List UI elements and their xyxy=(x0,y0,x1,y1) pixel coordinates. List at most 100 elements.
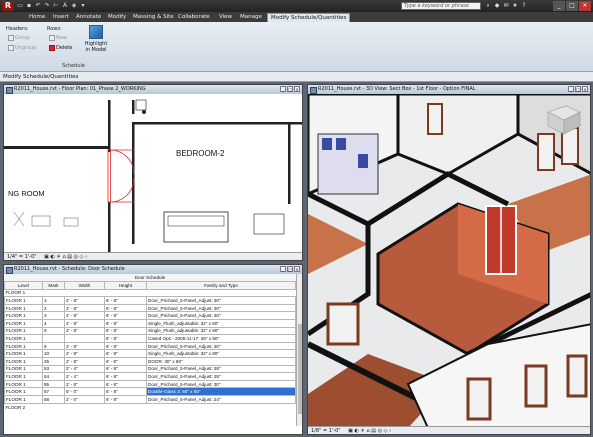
table-cell[interactable]: FLOOR 1 xyxy=(4,349,43,359)
table-cell[interactable]: FLOOR 1 xyxy=(4,326,43,336)
floor-plan-view[interactable]: R2011_House.rvt - Floor Plan: 01_Phase 2… xyxy=(3,84,303,261)
table-cell[interactable]: 4 xyxy=(42,319,65,328)
table-cell[interactable]: 2' - 8" xyxy=(64,379,105,389)
table-cell[interactable] xyxy=(42,334,65,343)
table-cell[interactable]: FLOOR 1 xyxy=(4,296,43,305)
table-cell[interactable]: 5' - 0" xyxy=(64,387,105,396)
scrollbar-thumb[interactable] xyxy=(298,324,302,414)
table-cell[interactable]: 58 xyxy=(42,395,65,404)
column-header-family-type[interactable]: Family and Type xyxy=(146,281,296,290)
table-row[interactable]: FLOOR 1 3 2' - 8" 6' - 8" Door_Prichard_5-Pa… xyxy=(4,311,296,321)
table-cell[interactable]: 6' - 8" xyxy=(104,311,147,321)
table-cell[interactable]: 6' - 8" xyxy=(104,372,147,381)
table-cell[interactable]: DOOR: 30" x 80" xyxy=(146,357,296,366)
tab-modify[interactable]: Modify xyxy=(105,13,129,22)
table-cell[interactable]: 2' - 8" xyxy=(64,326,105,336)
highlight-in-model-button[interactable]: Highlight in Model xyxy=(83,25,109,59)
new-row-button[interactable]: New xyxy=(49,35,67,41)
table-cell[interactable]: FLOOR 1 xyxy=(4,387,43,396)
table-row-selected[interactable]: FLOOR 1 57 5' - 0" 6' - 8" Double-Glass 3: 6… xyxy=(4,387,296,396)
table-cell[interactable]: FLOOR 1 xyxy=(4,379,43,389)
table-cell[interactable]: 3 xyxy=(42,311,65,321)
floor-plan-scale[interactable]: 1/4" = 1'-0" xyxy=(7,254,37,260)
minimize-schedule-icon[interactable]: _ xyxy=(280,266,286,272)
table-cell[interactable]: 57 xyxy=(42,387,65,396)
3d-view-scale[interactable]: 1/8" = 1'-0" xyxy=(311,428,341,434)
table-cell[interactable]: 10 xyxy=(42,349,65,359)
table-cell[interactable]: Door_Prichard_5-Panel_Adjust: 28" xyxy=(146,364,296,374)
undo-icon[interactable]: ↶ xyxy=(34,2,42,10)
restore-button[interactable]: □ xyxy=(566,1,578,11)
table-cell[interactable]: Single_Flush_adjustable: 32" x 80" xyxy=(146,349,296,359)
table-cell[interactable]: 6' - 8" xyxy=(104,296,147,305)
table-cell[interactable]: 53 xyxy=(42,364,65,374)
table-cell[interactable]: Door_Prichard_5-Panel_Adjust: 30" xyxy=(146,379,296,389)
table-cell[interactable]: 1 xyxy=(42,296,65,305)
table-cell[interactable]: Door_Prichard_5-Panel_Adjust: 30" xyxy=(146,303,296,313)
table-cell[interactable]: Single_Flush_adjustable: 32" x 80" xyxy=(146,326,296,336)
close-button[interactable]: ✕ xyxy=(579,1,591,11)
help-icon[interactable]: ? xyxy=(520,2,528,10)
text-icon[interactable]: A xyxy=(61,2,69,10)
3d-view[interactable]: R2011_House.rvt - 3D View: Sect Box - 1s… xyxy=(307,84,591,435)
tab-insert[interactable]: Insert xyxy=(50,13,72,22)
subscription-icon[interactable]: ◆ xyxy=(493,2,501,10)
tab-view[interactable]: View xyxy=(216,13,235,22)
table-cell[interactable]: Door_Prichard_5-Panel_Adjust: 30" xyxy=(146,341,296,351)
3d-view-icon[interactable]: ◈ xyxy=(70,2,78,10)
tab-modify-schedule[interactable]: Modify Schedule/Quantities xyxy=(267,13,351,22)
table-cell[interactable]: 6' - 8" xyxy=(104,334,147,343)
measure-icon[interactable]: ⊢ xyxy=(52,2,60,10)
communication-icon[interactable]: ✉ xyxy=(502,2,510,10)
table-row[interactable]: FLOOR 1 10 2' - 8" 6' - 8" Single_Flush_adju… xyxy=(4,349,296,359)
table-row[interactable]: FLOOR 1 5 2' - 8" 6' - 8" Single_Flush_adjus… xyxy=(4,326,296,336)
maximize-3d-icon[interactable]: □ xyxy=(575,86,581,92)
table-row[interactable]: FLOOR 1 53 2' - 4" 6' - 8" Door_Prichard_5-P… xyxy=(4,364,296,374)
table-cell[interactable]: 6' - 8" xyxy=(104,379,147,389)
table-cell[interactable]: FLOOR 1 xyxy=(4,334,43,343)
table-cell[interactable]: 6' - 8" xyxy=(104,349,147,359)
column-header-mark[interactable]: Mark xyxy=(42,281,65,290)
close-3d-icon[interactable]: × xyxy=(582,86,588,92)
minimize-view-icon[interactable]: _ xyxy=(280,86,286,92)
table-cell[interactable]: 6' - 8" xyxy=(104,357,147,366)
column-header-width[interactable]: Width xyxy=(64,281,105,290)
maximize-schedule-icon[interactable]: □ xyxy=(287,266,293,272)
schedule-view[interactable]: R2011_House.rvt - Schedule: Door Schedul… xyxy=(3,264,303,435)
table-cell[interactable]: 6' - 8" xyxy=(104,387,147,396)
table-cell[interactable] xyxy=(64,334,105,343)
table-cell[interactable]: Door_Prichard_5-Panel_Adjust: 30" xyxy=(146,311,296,321)
column-header-level[interactable]: Level xyxy=(4,281,43,290)
application-menu-button[interactable]: R xyxy=(2,1,14,11)
table-cell[interactable]: FLOOR 1 xyxy=(4,311,43,321)
table-cell[interactable]: FLOOR 1 xyxy=(4,395,43,404)
table-cell[interactable]: Single_Flush_adjustable: 32" x 80" xyxy=(146,319,296,328)
table-cell[interactable]: FLOOR 1 xyxy=(4,372,43,381)
table-cell[interactable]: 6' - 8" xyxy=(104,303,147,313)
table-row[interactable]: FLOOR 1 4 2' - 8" 6' - 8" Single_Flush_adjus… xyxy=(4,319,296,328)
table-cell[interactable]: 9 xyxy=(42,341,65,351)
table-cell[interactable]: Door_Prichard_5-Panel_Adjust: 30" xyxy=(146,296,296,305)
table-cell[interactable]: 6' - 8" xyxy=(104,326,147,336)
search-input[interactable]: Type a keyword or phrase xyxy=(401,2,481,10)
table-cell[interactable]: 2' - 0" xyxy=(64,395,105,404)
table-cell[interactable]: FLOOR 1 xyxy=(4,364,43,374)
table-cell-selected[interactable]: Double-Glass 3: 60" x 80" xyxy=(146,387,296,396)
search-icon[interactable]: ⌕ xyxy=(484,2,492,10)
table-cell[interactable]: Door_Prichard_5-Panel_Adjust: 24" xyxy=(146,395,296,404)
table-cell[interactable]: 6' - 8" xyxy=(104,341,147,351)
table-row[interactable]: FLOOR 1 55 2' - 8" 6' - 8" Door_Prichard_5-P… xyxy=(4,379,296,389)
group-button[interactable]: Group xyxy=(8,35,30,41)
table-cell[interactable]: Door_Prichard_5-Panel_Adjust: 28" xyxy=(146,372,296,381)
table-cell[interactable]: 2' - 4" xyxy=(64,364,105,374)
table-cell[interactable]: 2' - 8" xyxy=(64,341,105,351)
table-cell[interactable]: 2' - 8" xyxy=(64,296,105,305)
table-row[interactable]: FLOOR 1 1 2' - 8" 6' - 8" Door_Prichard_5-Pa… xyxy=(4,296,296,305)
table-cell[interactable]: FLOOR 1 xyxy=(4,319,43,328)
tab-collaborate[interactable]: Collaborate xyxy=(175,13,213,22)
table-cell[interactable]: 2 xyxy=(42,303,65,313)
favorites-icon[interactable]: ★ xyxy=(511,2,519,10)
close-view-icon[interactable]: × xyxy=(294,86,300,92)
save-icon[interactable]: ▪ xyxy=(25,2,33,10)
table-cell[interactable]: Cased Ops - 2005-11-17: 36" x 80" xyxy=(146,334,296,343)
